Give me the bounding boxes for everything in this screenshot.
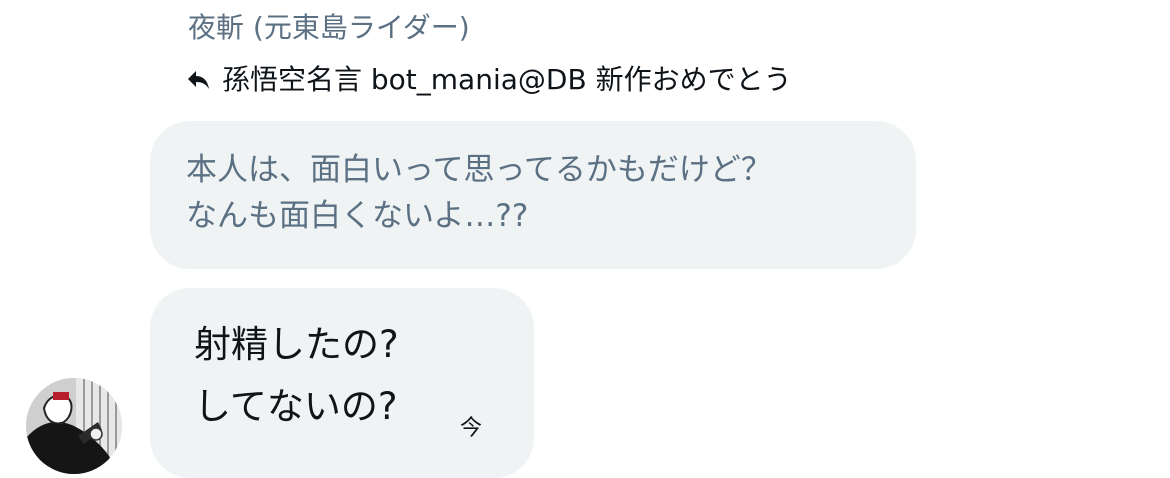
quoted-message-bubble[interactable]: 本人は、面白いって思ってるかもだけど？ なんも面白くないよ…?? <box>150 121 916 269</box>
sender-name[interactable]: 夜斬 (元東島ライダー) <box>188 8 470 48</box>
quoted-message-line: なんも面白くないよ…?? <box>186 198 529 234</box>
message-line: 射精したの? <box>194 323 399 366</box>
message-bubble[interactable]: 射精したの? してないの? 今 <box>150 288 534 478</box>
reply-arrow-icon <box>186 68 212 92</box>
avatar-image <box>26 378 122 474</box>
message-timestamp: 今 <box>460 416 483 441</box>
user-avatar[interactable] <box>26 378 122 474</box>
quoted-message-line: 本人は、面白いって思ってるかもだけど？ <box>186 152 772 188</box>
reply-target-label: 孫悟空名言 bot_mania@DB 新作おめでとう <box>222 63 792 96</box>
reply-context[interactable]: 孫悟空名言 bot_mania@DB 新作おめでとう <box>186 60 792 100</box>
